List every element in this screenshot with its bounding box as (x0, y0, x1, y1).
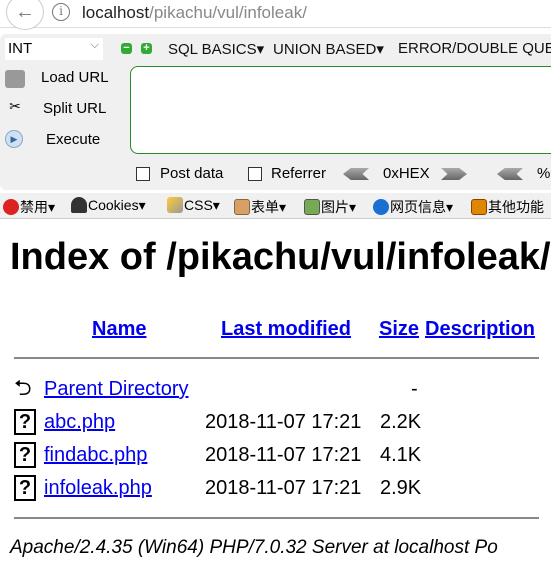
toolbar-css[interactable]: CSS▾ (167, 197, 220, 214)
menu-error-double-query[interactable]: ERROR/DOUBLE QUE (398, 40, 551, 57)
unknown-file-icon: ? (14, 409, 36, 435)
toolbar-forms[interactable]: 表单▾ (234, 197, 286, 217)
sort-by-name[interactable]: Name (92, 318, 146, 341)
cookie-user-icon (71, 197, 87, 213)
info-circle-icon (373, 199, 389, 215)
unknown-file-icon: ? (14, 475, 36, 501)
toolbar-disable[interactable]: 禁用▾ (3, 197, 55, 217)
sort-by-description[interactable]: Description (425, 318, 535, 341)
hex-label: 0xHEX (383, 165, 430, 182)
sort-by-size[interactable]: Size (379, 318, 419, 341)
toolbar-cookies[interactable]: Cookies▾ (71, 197, 146, 214)
split-url-button[interactable]: Split URL (43, 100, 106, 117)
file-modified: 2018-11-07 17:21 (205, 477, 362, 499)
execute-button[interactable]: Execute (46, 131, 100, 148)
chevron-down-icon: ⌵ (90, 39, 99, 51)
back-icon: ⮌ (14, 375, 32, 400)
toolbar-label: CSS▾ (184, 197, 220, 213)
toolbar-label: 禁用▾ (20, 199, 56, 215)
disable-icon (3, 199, 19, 215)
toolbar-label: 其他功能 (488, 199, 544, 215)
url-host: localhost (82, 3, 150, 22)
file-modified: 2018-11-07 17:21 (205, 411, 362, 433)
minus-icon[interactable]: − (121, 43, 132, 54)
toolbar-label: 网页信息▾ (390, 199, 454, 215)
file-link[interactable]: infoleak.php (44, 477, 152, 500)
sort-by-modified[interactable]: Last modified (221, 318, 351, 341)
toolbar-label: 图片▾ (321, 199, 357, 215)
file-size: 4.1K (380, 444, 422, 466)
clipboard-icon (234, 199, 250, 215)
file-size: 2.2K (380, 411, 422, 433)
url-field[interactable]: localhost/pikachu/vul/infoleak/ (82, 3, 307, 23)
menu-union-based[interactable]: UNION BASED▾ (273, 40, 384, 58)
info-icon[interactable]: i (52, 3, 70, 21)
load-url-icon (5, 70, 25, 88)
unknown-file-icon: ? (14, 442, 36, 468)
toolbar-misc[interactable]: 其他功能 (471, 197, 544, 217)
execute-icon: ▶ (5, 130, 23, 148)
select-value: INT (8, 40, 33, 57)
file-size: 2.9K (380, 477, 422, 499)
url-textarea[interactable] (130, 66, 551, 154)
page-title: Index of /pikachu/vul/infoleak/ (10, 236, 551, 278)
divider (14, 357, 539, 359)
referrer-checkbox[interactable] (248, 167, 262, 181)
plus-icon[interactable]: + (141, 43, 152, 54)
url-path: /pikachu/vul/infoleak/ (149, 3, 307, 22)
load-url-button[interactable]: Load URL (41, 69, 109, 86)
file-size: - (411, 378, 418, 400)
toolbar-label: 表单▾ (251, 199, 287, 215)
referrer-label: Referrer (271, 165, 327, 182)
encoding-select[interactable]: INT ⌵ (5, 38, 103, 60)
file-link[interactable]: abc.php (44, 411, 115, 434)
toolbar-images[interactable]: 图片▾ (304, 197, 356, 217)
divider (14, 517, 539, 519)
css-wand-icon (167, 197, 183, 213)
file-modified: 2018-11-07 17:21 (205, 444, 362, 466)
book-icon (471, 199, 487, 215)
scissors-icon: ✂ (9, 98, 21, 114)
post-data-label: Post data (160, 165, 224, 182)
server-signature: Apache/2.4.35 (Win64) PHP/7.0.32 Server … (10, 537, 498, 558)
post-data-checkbox[interactable] (136, 167, 150, 181)
image-icon (304, 199, 320, 215)
file-link[interactable]: findabc.php (44, 444, 147, 467)
file-link[interactable]: Parent Directory (44, 378, 189, 401)
toolbar-page-info[interactable]: 网页信息▾ (373, 197, 453, 217)
menu-sql-basics[interactable]: SQL BASICS▾ (168, 40, 264, 58)
percent-label: % (537, 165, 551, 182)
toolbar-label: Cookies▾ (88, 197, 146, 213)
